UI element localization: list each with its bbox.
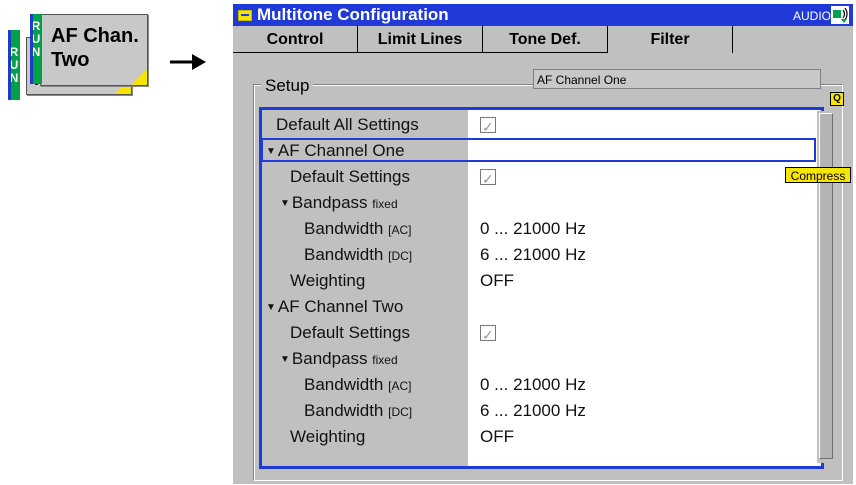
tab-filter[interactable]: Filter: [608, 26, 733, 53]
run-indicator-back-stripe: [8, 30, 11, 100]
row-value[interactable]: OFF: [480, 424, 514, 450]
run-indicator-front: R U N: [30, 14, 42, 84]
audio-label: AUDIO: [793, 9, 832, 23]
checkbox-checked-icon[interactable]: [480, 322, 496, 348]
tab-limit-lines[interactable]: Limit Lines: [358, 26, 483, 53]
table-row[interactable]: Weighting OFF: [262, 424, 821, 450]
expand-triangle-icon[interactable]: ▼: [266, 146, 276, 157]
expand-triangle-icon[interactable]: ▼: [280, 198, 290, 209]
table-row[interactable]: ▼ Bandpass fixed: [262, 346, 821, 372]
checkbox-checked-icon[interactable]: [480, 114, 496, 140]
window-menu-icon[interactable]: [238, 10, 252, 21]
tab-control[interactable]: Control: [233, 26, 358, 53]
row-label: Bandwidth [DC]: [304, 401, 413, 420]
table-row[interactable]: Bandwidth [AC] 0 ... 21000 Hz: [262, 372, 821, 398]
table-row[interactable]: Default All Settings: [262, 112, 821, 140]
row-label: Default All Settings: [276, 115, 419, 134]
row-value[interactable]: [480, 112, 496, 140]
setup-header-field: AF Channel One: [533, 69, 821, 89]
row-label: Bandwidth [DC]: [304, 245, 413, 264]
table-row[interactable]: ▼ Bandpass fixed: [262, 190, 821, 216]
row-value[interactable]: 0 ... 21000 Hz: [480, 216, 586, 242]
multitone-configuration-window: Multitone Configuration AUDIO Control Li…: [233, 4, 853, 484]
vertical-scrollbar[interactable]: [817, 111, 835, 463]
checkbox-checked-icon[interactable]: [480, 166, 496, 192]
right-arrow-icon: [170, 54, 206, 70]
softkey-line2: Two: [51, 49, 90, 71]
title-bar: Multitone Configuration AUDIO: [233, 4, 853, 26]
row-value[interactable]: 0 ... 21000 Hz: [480, 372, 586, 398]
expand-triangle-icon[interactable]: ▼: [280, 354, 290, 365]
row-value[interactable]: [480, 320, 496, 348]
row-label: Default Settings: [290, 323, 411, 342]
run-indicator-front-stripe: [30, 14, 33, 84]
softkey-line1: AF Chan.: [51, 25, 139, 47]
softkey-corner: [131, 69, 147, 85]
table-row[interactable]: Default Settings: [262, 164, 821, 192]
row-label: ▼ AF Channel Two: [266, 297, 404, 316]
row-value[interactable]: [480, 164, 496, 192]
filter-settings-table: Default All Settings ▼AF Channel One Def…: [259, 107, 824, 469]
table-row[interactable]: ▼ AF Channel Two: [262, 294, 821, 320]
row-label: Bandwidth [AC]: [304, 375, 412, 394]
row-label: Weighting: [290, 271, 366, 290]
row-value[interactable]: 6 ... 21000 Hz: [480, 242, 586, 268]
row-value[interactable]: OFF: [480, 268, 514, 294]
row-label: ▼ Bandpass fixed: [280, 349, 398, 368]
row-label: Default Settings: [290, 167, 411, 186]
expand-triangle-icon[interactable]: ▼: [266, 302, 276, 313]
speaker-icon: [831, 6, 849, 24]
tab-bar: Control Limit Lines Tone Def. Filter: [233, 26, 853, 53]
row-label: ▼ AF Channel One: [266, 141, 405, 160]
row-label: Bandwidth [AC]: [304, 219, 412, 238]
table-row[interactable]: ▼ AF Channel One: [261, 138, 821, 164]
run-indicator-back: R U N: [8, 30, 20, 100]
table-row[interactable]: Default Settings: [262, 320, 821, 348]
table-row[interactable]: Bandwidth [DC] 6 ... 21000 Hz: [262, 398, 821, 424]
table-row[interactable]: Bandwidth [DC] 6 ... 21000 Hz: [262, 242, 821, 268]
table-row[interactable]: Bandwidth [AC] 0 ... 21000 Hz: [262, 216, 821, 242]
row-value[interactable]: 6 ... 21000 Hz: [480, 398, 586, 424]
scrollbar-thumb[interactable]: [819, 113, 833, 459]
q-icon[interactable]: Q: [830, 92, 844, 106]
tab-tone-def[interactable]: Tone Def.: [483, 26, 608, 53]
row-label: Weighting: [290, 427, 366, 446]
compress-hotkey[interactable]: Compress: [785, 167, 851, 183]
window-title: Multitone Configuration: [257, 5, 449, 24]
setup-label: Setup: [261, 76, 314, 96]
row-label: ▼ Bandpass fixed: [280, 193, 398, 212]
af-chan-two-softkey[interactable]: AF Chan. Two: [40, 14, 148, 86]
table-row[interactable]: Weighting OFF: [262, 268, 821, 294]
